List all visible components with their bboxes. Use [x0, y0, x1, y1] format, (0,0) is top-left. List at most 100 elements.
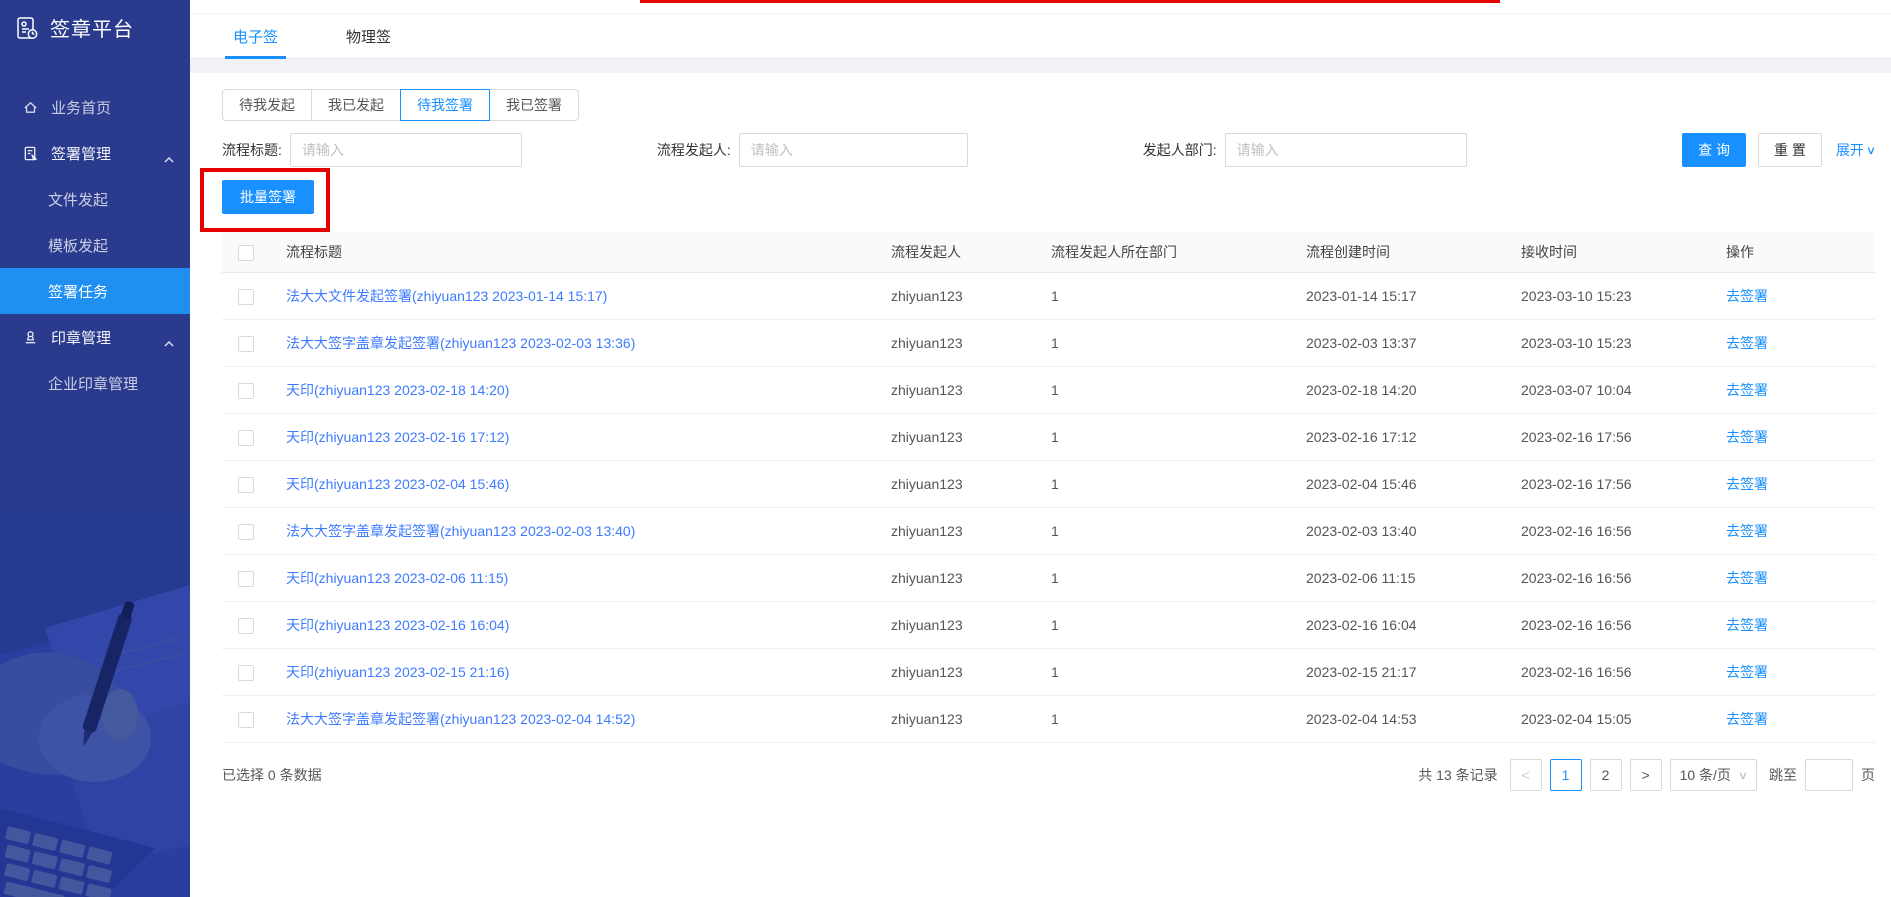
dept-cell: 1 — [1035, 602, 1290, 649]
row-checkbox[interactable] — [238, 289, 254, 305]
row-checkbox[interactable] — [238, 712, 254, 728]
go-sign-link[interactable]: 去签署 — [1726, 617, 1768, 633]
subtab-initiated[interactable]: 我已发起 — [311, 89, 401, 121]
subtab-pending-sign[interactable]: 待我签署 — [400, 89, 490, 121]
sidebar-item-business-home[interactable]: 业务首页 — [0, 84, 190, 130]
row-checkbox[interactable] — [238, 430, 254, 446]
page-unit-label: 页 — [1861, 765, 1875, 785]
row-checkbox[interactable] — [238, 618, 254, 634]
page-size-value: 10 条/页 — [1680, 765, 1731, 785]
sidebar-item-label: 企业印章管理 — [48, 373, 138, 394]
row-checkbox[interactable] — [238, 477, 254, 493]
created-time-cell: 2023-02-04 14:53 — [1290, 696, 1505, 743]
go-sign-link[interactable]: 去签署 — [1726, 476, 1768, 492]
process-title-link[interactable]: 法大大签字盖章发起签署(zhiyuan123 2023-02-03 13:40) — [286, 523, 635, 539]
initiator-dept-input[interactable] — [1225, 133, 1467, 167]
table-header-row: 流程标题 流程发起人 流程发起人所在部门 流程创建时间 接收时间 操作 — [222, 232, 1875, 273]
created-time-cell: 2023-02-16 17:12 — [1290, 414, 1505, 461]
main-panel: 待我发起 我已发起 待我签署 我已签署 流程标题: 流程发起人: 发起人部门: — [190, 73, 1891, 791]
page-size-select[interactable]: 10 条/页 ∨ — [1670, 759, 1757, 791]
sidebar-item-label: 文件发起 — [48, 189, 108, 210]
content-area: 电子签 物理签 待我发起 我已发起 待我签署 我已签署 流程标题: 流程发起人: — [190, 0, 1891, 897]
go-sign-link[interactable]: 去签署 — [1726, 382, 1768, 398]
initiator-cell: zhiyuan123 — [875, 508, 1035, 555]
sidebar-item-file-initiate[interactable]: 文件发起 — [0, 176, 190, 222]
tab-physical-sign[interactable]: 物理签 — [346, 14, 391, 58]
process-title-link[interactable]: 法大大文件发起签署(zhiyuan123 2023-01-14 15:17) — [286, 288, 607, 304]
sidebar-item-sign-management[interactable]: 签署管理 — [0, 130, 190, 176]
filter-initiator-dept: 发起人部门: — [1143, 133, 1467, 167]
process-title-link[interactable]: 法大大签字盖章发起签署(zhiyuan123 2023-02-03 13:36) — [286, 335, 635, 351]
process-title-link[interactable]: 天印(zhiyuan123 2023-02-18 14:20) — [286, 382, 509, 398]
dept-cell: 1 — [1035, 320, 1290, 367]
next-page-button[interactable]: > — [1630, 759, 1662, 791]
process-table: 流程标题 流程发起人 流程发起人所在部门 流程创建时间 接收时间 操作 法大大文… — [222, 232, 1875, 743]
row-checkbox[interactable] — [238, 336, 254, 352]
reset-button[interactable]: 重 置 — [1758, 133, 1822, 167]
jump-to-page-input[interactable] — [1805, 759, 1853, 791]
subtab-pending-initiate[interactable]: 待我发起 — [222, 89, 312, 121]
sidebar-item-template-initiate[interactable]: 模板发起 — [0, 222, 190, 268]
subtab-signed[interactable]: 我已签署 — [489, 89, 579, 121]
received-time-cell: 2023-02-16 16:56 — [1505, 602, 1710, 649]
table-row: 天印(zhiyuan123 2023-02-16 16:04) zhiyuan1… — [222, 602, 1875, 649]
process-title-link[interactable]: 天印(zhiyuan123 2023-02-16 16:04) — [286, 617, 509, 633]
initiator-cell: zhiyuan123 — [875, 602, 1035, 649]
process-initiator-input[interactable] — [739, 133, 968, 167]
process-title-link[interactable]: 天印(zhiyuan123 2023-02-15 21:16) — [286, 664, 509, 680]
expand-link[interactable]: 展开 ∨ — [1836, 140, 1875, 160]
go-sign-link[interactable]: 去签署 — [1726, 288, 1768, 304]
row-checkbox[interactable] — [238, 571, 254, 587]
go-sign-link[interactable]: 去签署 — [1726, 664, 1768, 680]
filter-process-initiator: 流程发起人: — [657, 133, 968, 167]
process-title-link[interactable]: 天印(zhiyuan123 2023-02-16 17:12) — [286, 429, 509, 445]
batch-sign-row: 批量签署 — [222, 180, 1875, 214]
table-footer: 已选择 0 条数据 共 13 条记录 < 1 2 > 10 条/页 ∨ 跳至 页 — [222, 743, 1875, 791]
initiator-cell: zhiyuan123 — [875, 414, 1035, 461]
received-time-cell: 2023-03-10 15:23 — [1505, 320, 1710, 367]
received-time-cell: 2023-03-07 10:04 — [1505, 367, 1710, 414]
sidebar-item-label: 签署任务 — [48, 281, 108, 302]
query-button[interactable]: 查 询 — [1682, 133, 1746, 167]
table-row: 法大大签字盖章发起签署(zhiyuan123 2023-02-04 14:52)… — [222, 696, 1875, 743]
table-row: 天印(zhiyuan123 2023-02-16 17:12) zhiyuan1… — [222, 414, 1875, 461]
process-title-link[interactable]: 天印(zhiyuan123 2023-02-04 15:46) — [286, 476, 509, 492]
dept-cell: 1 — [1035, 461, 1290, 508]
home-icon — [22, 99, 40, 116]
go-sign-link[interactable]: 去签署 — [1726, 570, 1768, 586]
batch-sign-button[interactable]: 批量签署 — [222, 180, 314, 214]
page-button-2[interactable]: 2 — [1590, 759, 1622, 791]
gray-divider-band — [190, 59, 1891, 73]
process-title-link[interactable]: 天印(zhiyuan123 2023-02-06 11:15) — [286, 570, 508, 586]
sign-document-icon — [22, 145, 40, 162]
process-title-link[interactable]: 法大大签字盖章发起签署(zhiyuan123 2023-02-04 14:52) — [286, 711, 635, 727]
chevron-down-icon: ∨ — [1866, 144, 1876, 157]
sidebar-item-sign-tasks[interactable]: 签署任务 — [0, 268, 190, 314]
initiator-cell: zhiyuan123 — [875, 320, 1035, 367]
process-initiator-label: 流程发起人: — [657, 140, 731, 160]
page-button-1[interactable]: 1 — [1550, 759, 1582, 791]
received-time-cell: 2023-02-04 15:05 — [1505, 696, 1710, 743]
sidebar-item-enterprise-seal[interactable]: 企业印章管理 — [0, 360, 190, 406]
tab-electronic-sign[interactable]: 电子签 — [233, 14, 278, 58]
created-time-cell: 2023-02-06 11:15 — [1290, 555, 1505, 602]
dept-cell: 1 — [1035, 555, 1290, 602]
sidebar-item-seal-management[interactable]: 印章管理 — [0, 314, 190, 360]
go-sign-link[interactable]: 去签署 — [1726, 523, 1768, 539]
column-header-created-time: 流程创建时间 — [1290, 232, 1505, 273]
select-all-checkbox[interactable] — [238, 245, 254, 261]
process-title-input[interactable] — [290, 133, 522, 167]
initiator-cell: zhiyuan123 — [875, 367, 1035, 414]
row-checkbox[interactable] — [238, 383, 254, 399]
prev-page-button[interactable]: < — [1510, 759, 1542, 791]
row-checkbox[interactable] — [238, 665, 254, 681]
go-sign-link[interactable]: 去签署 — [1726, 335, 1768, 351]
table-row: 天印(zhiyuan123 2023-02-06 11:15) zhiyuan1… — [222, 555, 1875, 602]
chevron-down-icon: ∨ — [1738, 769, 1748, 782]
dept-cell: 1 — [1035, 508, 1290, 555]
row-checkbox[interactable] — [238, 524, 254, 540]
go-sign-link[interactable]: 去签署 — [1726, 429, 1768, 445]
chevron-up-icon — [164, 150, 174, 167]
process-title-label: 流程标题: — [222, 140, 282, 160]
go-sign-link[interactable]: 去签署 — [1726, 711, 1768, 727]
